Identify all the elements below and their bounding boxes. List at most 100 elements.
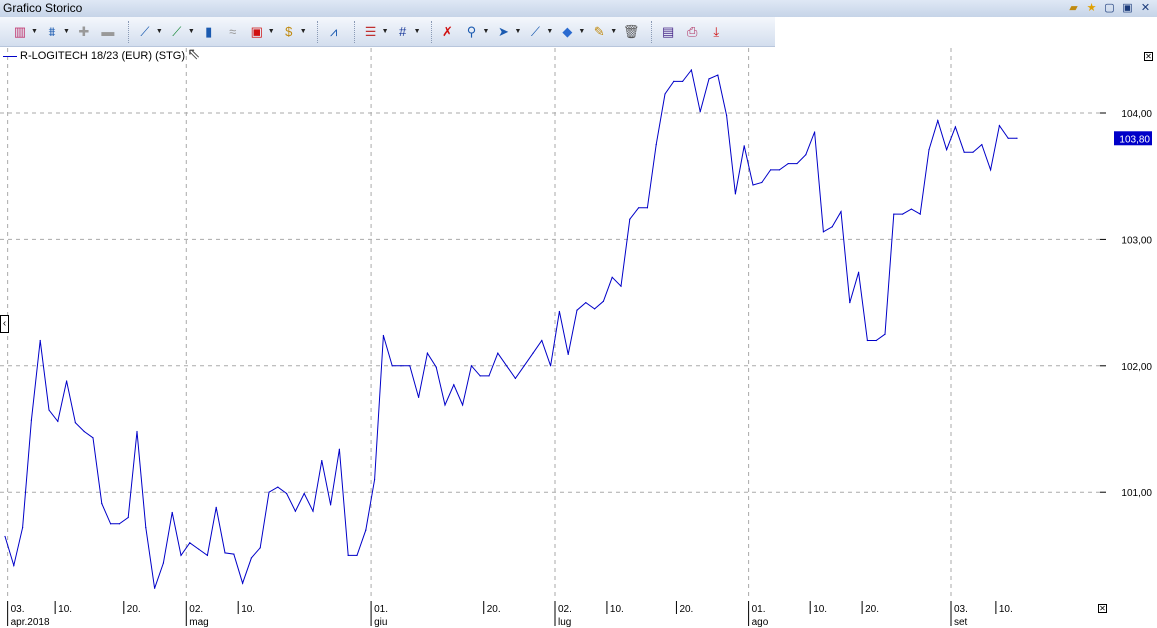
volume-icon: ▮ [205,23,213,39]
grid-button[interactable]: # ▼ [393,21,421,43]
export-button[interactable]: ⤓ [706,21,726,43]
data-point [699,111,701,113]
y-tick-label: 104,00 [1121,109,1152,120]
data-point [875,339,877,342]
price-chart[interactable]: 104,00 103,00 102,00 101,00 03. apr.2018 10. 20… [0,0,1157,628]
pointer-icon: ➤ [497,23,509,39]
data-point [206,554,208,557]
chevron-down-icon[interactable]: ▼ [610,28,617,35]
data-point [242,582,244,584]
chevron-down-icon[interactable]: ▼ [382,28,389,35]
folder-icon[interactable]: ▰ [1066,1,1081,15]
x-month-label: apr.2018 [11,617,50,628]
close-legend-icon[interactable]: ✕ [1144,52,1153,61]
draw-line-button[interactable]: ⟋ ▼ [525,21,554,43]
candlestick-button[interactable]: ▣ ▼ [247,21,275,43]
add-study-icon: ✚ [78,23,90,39]
chart-type-button[interactable]: ▥ ▼ [10,21,38,43]
x-month-label: ago [752,617,769,628]
chevron-down-icon[interactable]: ▼ [578,28,585,35]
chevron-down-icon[interactable]: ▼ [546,28,553,35]
close-button[interactable]: ✕ [1138,1,1153,15]
trash-button[interactable]: 🗑 [621,21,641,43]
x-tick-label: 20. [487,604,501,615]
restore-button[interactable]: ▢ [1102,1,1117,15]
compare-button[interactable]: ≈ [223,21,243,43]
data-point [479,375,481,377]
data-point [805,154,807,156]
maximize-button[interactable]: ▣ [1120,1,1135,15]
line-chart-button[interactable]: ⟋ ▼ [135,21,163,43]
data-point [981,144,983,146]
grid-icon: # [398,23,407,39]
pointer-button[interactable]: ➤ ▼ [493,21,521,43]
print-button[interactable]: ⎙ [682,21,702,43]
chevron-down-icon[interactable]: ▼ [414,28,421,35]
data-point [1016,137,1018,139]
indicators-button[interactable]: ⩩ ▼ [42,21,70,43]
star-icon[interactable]: ★ [1084,1,1099,15]
clipboard-icon: ▤ [662,23,675,39]
data-point [796,162,798,165]
price-series-line [4,68,1017,589]
data-point [902,213,904,215]
chart-legend: R-LOGITECH 18/23 (EUR) (STG) [3,50,185,62]
data-point [30,419,32,421]
data-point [74,422,76,424]
data-point [523,365,525,367]
data-point [726,114,728,117]
data-point [145,526,147,529]
data-point [198,548,200,550]
data-point [83,430,85,433]
chevron-down-icon[interactable]: ▼ [188,28,195,35]
chevron-down-icon[interactable]: ▼ [268,28,275,35]
chevron-down-icon[interactable]: ▼ [514,28,521,35]
data-point [66,380,68,382]
lines-style-button[interactable]: ☰ ▼ [361,21,389,43]
currency-button[interactable]: $ ▼ [279,21,307,43]
data-point [514,377,517,380]
data-point [708,78,710,80]
data-point [919,213,921,215]
chart-type-icon: ▥ [13,23,27,39]
notes-button[interactable]: ✎ ▼ [589,21,617,43]
data-point [963,151,965,153]
volume-button[interactable]: ▮ [199,21,219,43]
scroll-left-button[interactable]: ‹ [0,315,9,333]
data-point [1007,137,1009,139]
remove-study-button[interactable]: ▬ [98,21,118,43]
x-tick-label: 01. [752,604,766,615]
last-value-label: 103,80 [1119,134,1150,145]
fill-button[interactable]: ◆ ▼ [557,21,585,43]
trash-icon: 🗑 [622,23,640,39]
chevron-down-icon[interactable]: ▼ [31,28,38,35]
data-point [734,193,737,195]
data-point [822,231,825,233]
data-point [893,213,895,215]
x-tick-label: 10. [610,604,624,615]
indicators-icon: ⩩ [48,23,56,39]
chevron-down-icon[interactable]: ▼ [483,28,490,35]
clipboard-button[interactable]: ▤ [658,21,678,43]
zoom-button[interactable]: ⚲ ▼ [462,21,490,43]
candlestick-icon: ▣ [250,23,263,39]
data-point [761,181,763,184]
title-bar: Grafico Storico ▰ ★ ▢ ▣ ✕ [0,0,1157,17]
signals-button[interactable]: ⩘ [324,21,344,43]
data-point [57,420,59,423]
data-point [506,365,508,367]
add-study-button[interactable]: ✚ [74,21,94,43]
data-point [488,375,490,377]
chevron-down-icon[interactable]: ▼ [300,28,307,35]
chevron-down-icon[interactable]: ▼ [63,28,70,35]
data-point [39,339,41,342]
data-point [717,74,719,76]
x-tick-label: 20. [679,604,693,615]
data-point [101,502,103,505]
close-axis-icon[interactable]: ✕ [1098,604,1107,613]
draw-line-icon: ⟋ [530,23,540,39]
chevron-down-icon[interactable]: ▼ [156,28,163,35]
delete-drawing-icon: ✗ [442,23,453,39]
delete-drawing-button[interactable]: ✗ [438,21,458,43]
trend-button[interactable]: ⟋ ▼ [167,21,195,43]
